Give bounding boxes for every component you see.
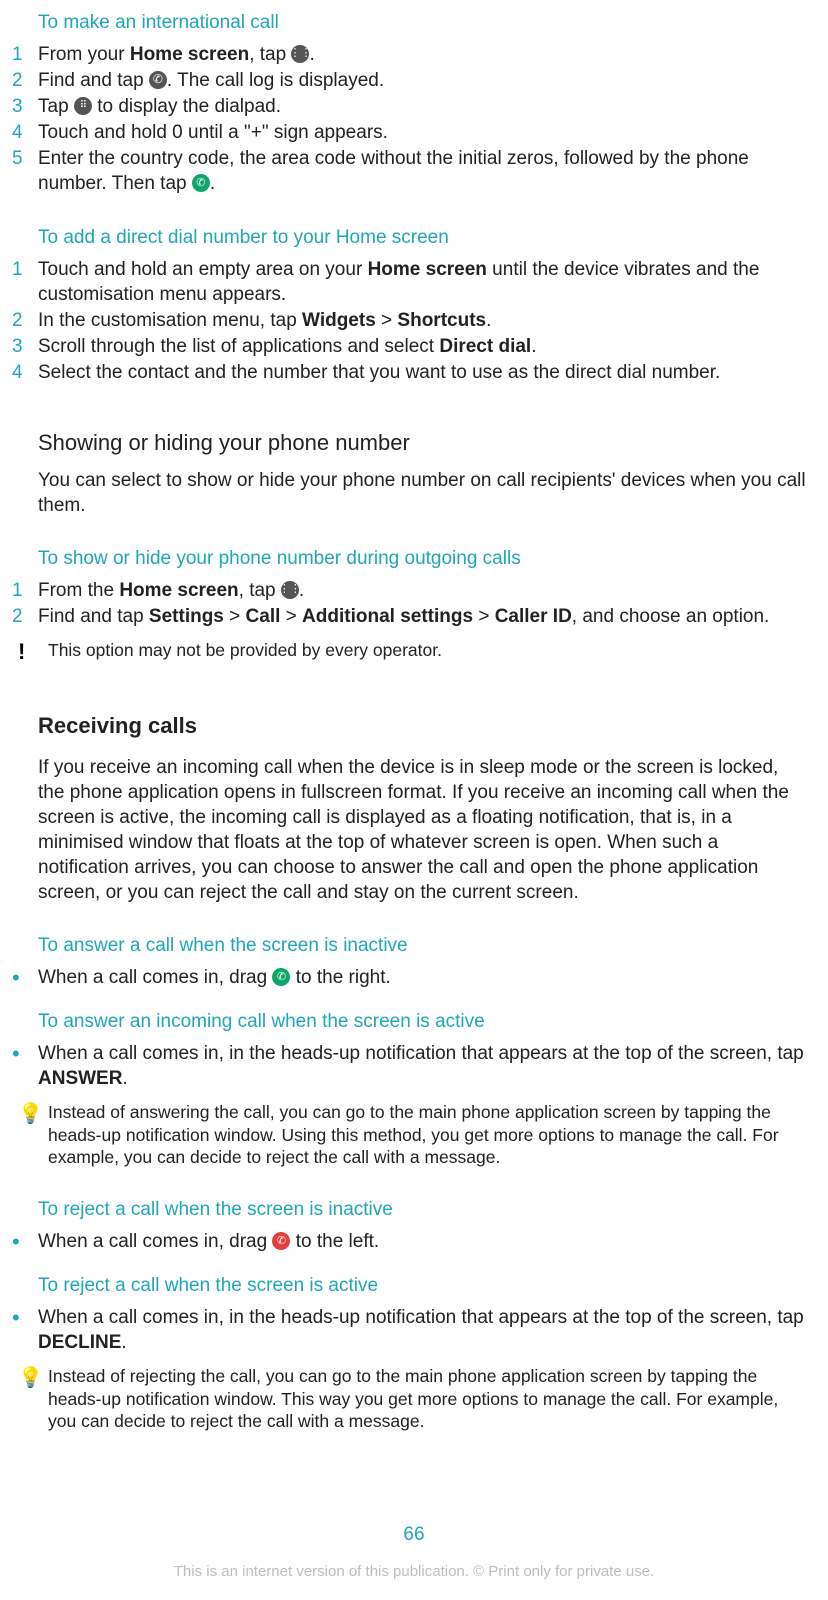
call-answer-icon: ✆ <box>192 174 210 192</box>
note-text: This option may not be provided by every… <box>48 639 814 662</box>
steps-show-hide: 1 From the Home screen, tap ⋮⋮. 2 Find a… <box>12 578 814 629</box>
step-text: Touch and hold 0 until a "+" sign appear… <box>38 120 814 145</box>
call-answer-icon: ✆ <box>272 968 290 986</box>
step-number: 5 <box>12 146 38 171</box>
heading-reject-active: To reject a call when the screen is acti… <box>38 1273 814 1299</box>
operator-note: ! This option may not be provided by eve… <box>18 639 814 665</box>
heading-show-hide-number: Showing or hiding your phone number <box>38 429 814 458</box>
step-text: Find and tap Settings > Call > Additiona… <box>38 604 814 629</box>
step-row: 3 Scroll through the list of application… <box>12 334 814 359</box>
step-number: 2 <box>12 308 38 333</box>
step-text: Find and tap ✆. The call log is displaye… <box>38 68 814 93</box>
heading-show-hide-outgoing: To show or hide your phone number during… <box>38 546 814 572</box>
step-row: 4 Select the contact and the number that… <box>12 360 814 385</box>
heading-reject-inactive: To reject a call when the screen is inac… <box>38 1197 814 1223</box>
bullet-text: When a call comes in, in the heads-up no… <box>38 1041 814 1091</box>
paragraph: If you receive an incoming call when the… <box>38 755 808 905</box>
tip-note: 💡 Instead of rejecting the call, you can… <box>18 1365 814 1433</box>
step-row: 3 Tap ⠿ to display the dialpad. <box>12 94 814 119</box>
step-row: 4 Touch and hold 0 until a "+" sign appe… <box>12 120 814 145</box>
bullet-item: • When a call comes in, in the heads-up … <box>12 1041 814 1091</box>
dialpad-icon: ⠿ <box>74 97 92 115</box>
bullet-item: • When a call comes in, drag ✆ to the le… <box>12 1229 814 1254</box>
step-text: Scroll through the list of applications … <box>38 334 814 359</box>
step-text: From your Home screen, tap ⋮⋮. <box>38 42 814 67</box>
steps-international-call: 1 From your Home screen, tap ⋮⋮. 2 Find … <box>12 42 814 196</box>
bullet-marker: • <box>12 965 38 990</box>
apps-grid-icon: ⋮⋮ <box>281 581 299 599</box>
heading-make-international-call: To make an international call <box>38 10 814 36</box>
heading-receiving-calls: Receiving calls <box>38 713 814 739</box>
step-number: 1 <box>12 578 38 603</box>
footer-text: This is an internet version of this publ… <box>0 1563 828 1580</box>
bullet-item: • When a call comes in, drag ✆ to the ri… <box>12 965 814 990</box>
step-number: 1 <box>12 257 38 282</box>
step-text: Tap ⠿ to display the dialpad. <box>38 94 814 119</box>
step-number: 1 <box>12 42 38 67</box>
bullet-text: When a call comes in, drag ✆ to the left… <box>38 1229 814 1254</box>
bullet-list: • When a call comes in, drag ✆ to the ri… <box>12 965 814 990</box>
heading-answer-active: To answer an incoming call when the scre… <box>38 1009 814 1035</box>
note-text: Instead of rejecting the call, you can g… <box>48 1365 814 1433</box>
bullet-text: When a call comes in, drag ✆ to the righ… <box>38 965 814 990</box>
heading-add-direct-dial: To add a direct dial number to your Home… <box>38 225 814 251</box>
step-number: 3 <box>12 94 38 119</box>
bullet-list: • When a call comes in, in the heads-up … <box>12 1041 814 1091</box>
step-number: 3 <box>12 334 38 359</box>
bullet-list: • When a call comes in, drag ✆ to the le… <box>12 1229 814 1254</box>
step-text: In the customisation menu, tap Widgets >… <box>38 308 814 333</box>
call-reject-icon: ✆ <box>272 1232 290 1250</box>
step-row: 1 From the Home screen, tap ⋮⋮. <box>12 578 814 603</box>
bullet-marker: • <box>12 1305 38 1330</box>
bullet-list: • When a call comes in, in the heads-up … <box>12 1305 814 1355</box>
step-row: 2 Find and tap Settings > Call > Additio… <box>12 604 814 629</box>
step-row: 2 In the customisation menu, tap Widgets… <box>12 308 814 333</box>
step-row: 5 Enter the country code, the area code … <box>12 146 814 196</box>
step-text: From the Home screen, tap ⋮⋮. <box>38 578 814 603</box>
step-number: 4 <box>12 360 38 385</box>
bullet-text: When a call comes in, in the heads-up no… <box>38 1305 814 1355</box>
step-row: 1 From your Home screen, tap ⋮⋮. <box>12 42 814 67</box>
document-page: To make an international call 1 From you… <box>0 10 828 1600</box>
phone-icon: ✆ <box>149 71 167 89</box>
step-number: 4 <box>12 120 38 145</box>
step-text: Touch and hold an empty area on your Hom… <box>38 257 814 307</box>
bullet-item: • When a call comes in, in the heads-up … <box>12 1305 814 1355</box>
note-text: Instead of answering the call, you can g… <box>48 1101 814 1169</box>
paragraph: You can select to show or hide your phon… <box>38 468 808 518</box>
step-text: Select the contact and the number that y… <box>38 360 814 385</box>
tip-note: 💡 Instead of answering the call, you can… <box>18 1101 814 1169</box>
heading-answer-inactive: To answer a call when the screen is inac… <box>38 933 814 959</box>
apps-grid-icon: ⋮⋮ <box>291 45 309 63</box>
bullet-marker: • <box>12 1229 38 1254</box>
step-row: 2 Find and tap ✆. The call log is displa… <box>12 68 814 93</box>
step-row: 1 Touch and hold an empty area on your H… <box>12 257 814 307</box>
lightbulb-icon: 💡 <box>18 1365 48 1390</box>
bullet-marker: • <box>12 1041 38 1066</box>
steps-direct-dial: 1 Touch and hold an empty area on your H… <box>12 257 814 385</box>
page-number: 66 <box>0 1524 828 1546</box>
step-text: Enter the country code, the area code wi… <box>38 146 814 196</box>
warning-icon: ! <box>18 639 48 665</box>
lightbulb-icon: 💡 <box>18 1101 48 1126</box>
step-number: 2 <box>12 604 38 629</box>
step-number: 2 <box>12 68 38 93</box>
